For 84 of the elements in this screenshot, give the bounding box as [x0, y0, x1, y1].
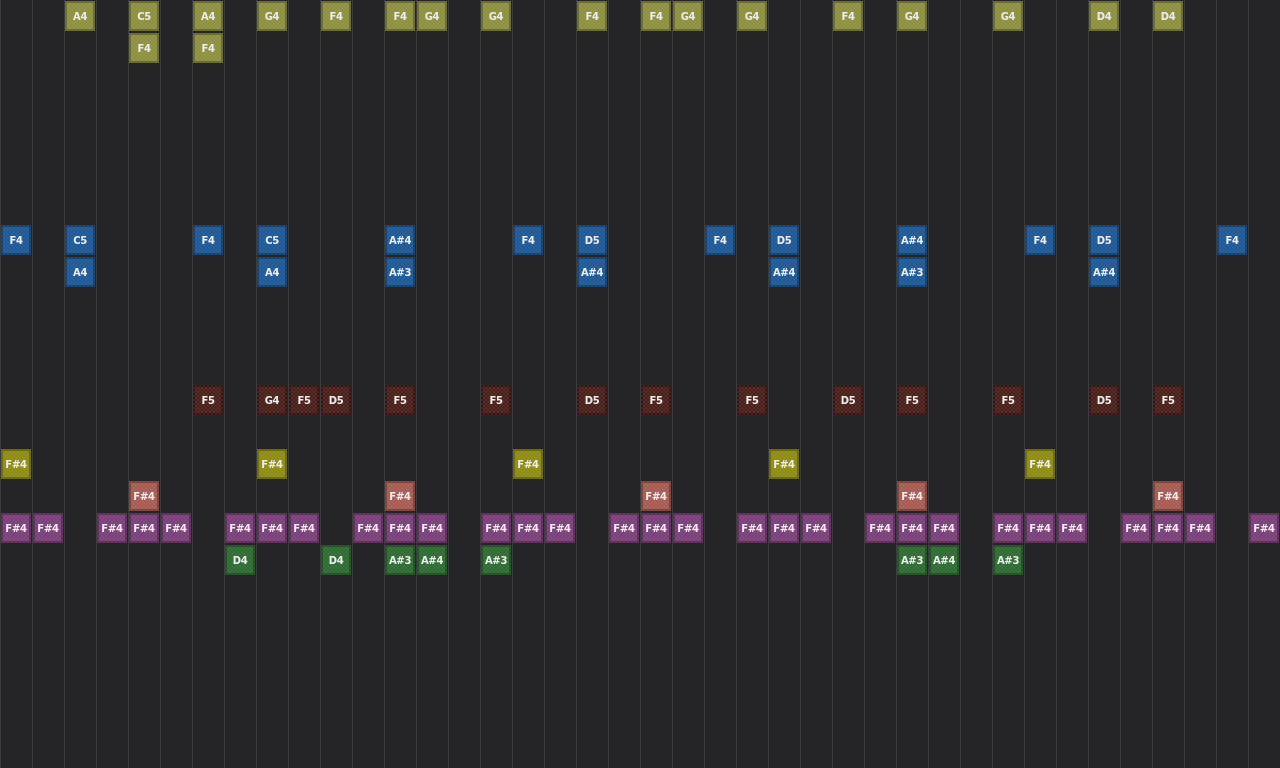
note-block[interactable]: F#4 [257, 449, 287, 479]
note-block[interactable]: F#4 [929, 513, 959, 543]
note-block[interactable]: A#4 [769, 257, 799, 287]
note-block[interactable]: D5 [577, 225, 607, 255]
note-block[interactable]: F#4 [769, 449, 799, 479]
note-block[interactable]: D4 [225, 545, 255, 575]
note-block[interactable]: F#4 [1025, 513, 1055, 543]
note-block[interactable]: A#4 [929, 545, 959, 575]
note-block[interactable]: F#4 [225, 513, 255, 543]
note-block[interactable]: F5 [641, 385, 671, 415]
note-block[interactable]: A4 [65, 257, 95, 287]
note-block[interactable]: F#4 [641, 513, 671, 543]
note-block[interactable]: A#3 [385, 545, 415, 575]
note-block[interactable]: A#4 [385, 225, 415, 255]
note-block[interactable]: F#4 [513, 513, 543, 543]
note-block[interactable]: F4 [1217, 225, 1247, 255]
note-block[interactable]: D5 [833, 385, 863, 415]
note-block[interactable]: F#4 [993, 513, 1023, 543]
note-block[interactable]: F4 [513, 225, 543, 255]
note-block[interactable]: F#4 [129, 481, 159, 511]
note-block[interactable]: A#4 [417, 545, 447, 575]
note-block[interactable]: F5 [193, 385, 223, 415]
note-block[interactable]: D4 [1153, 1, 1183, 31]
note-block[interactable]: F4 [1025, 225, 1055, 255]
note-block[interactable]: F5 [993, 385, 1023, 415]
note-block[interactable]: F5 [737, 385, 767, 415]
note-block[interactable]: F#4 [769, 513, 799, 543]
note-block[interactable]: F#4 [385, 481, 415, 511]
note-block[interactable]: F5 [385, 385, 415, 415]
note-block[interactable]: F5 [481, 385, 511, 415]
note-block[interactable]: A4 [257, 257, 287, 287]
note-block[interactable]: A#4 [577, 257, 607, 287]
note-block[interactable]: F#4 [1121, 513, 1151, 543]
note-block[interactable]: F#4 [1153, 481, 1183, 511]
note-block[interactable]: F#4 [97, 513, 127, 543]
note-block[interactable]: F#4 [865, 513, 895, 543]
note-block[interactable]: A#4 [1089, 257, 1119, 287]
note-block[interactable]: F#4 [513, 449, 543, 479]
note-block[interactable]: F#4 [1153, 513, 1183, 543]
note-block[interactable]: F4 [1, 225, 31, 255]
note-block[interactable]: F#4 [801, 513, 831, 543]
note-block[interactable]: F#4 [353, 513, 383, 543]
note-block[interactable]: F#4 [737, 513, 767, 543]
note-block[interactable]: F#4 [1025, 449, 1055, 479]
note-block[interactable]: F#4 [1185, 513, 1215, 543]
note-block[interactable]: D5 [1089, 385, 1119, 415]
note-block[interactable]: D4 [321, 545, 351, 575]
note-block[interactable]: A#3 [385, 257, 415, 287]
note-block[interactable]: F#4 [641, 481, 671, 511]
note-block[interactable]: F#4 [673, 513, 703, 543]
note-block[interactable]: C5 [257, 225, 287, 255]
note-block[interactable]: F#4 [161, 513, 191, 543]
note-block[interactable]: F#4 [545, 513, 575, 543]
note-block[interactable]: F#4 [609, 513, 639, 543]
note-block[interactable]: A#3 [897, 257, 927, 287]
note-block[interactable]: F#4 [1, 449, 31, 479]
note-block[interactable]: F#4 [481, 513, 511, 543]
note-block[interactable]: F4 [705, 225, 735, 255]
note-block[interactable]: D5 [321, 385, 351, 415]
note-block[interactable]: D5 [1089, 225, 1119, 255]
note-block[interactable]: F5 [897, 385, 927, 415]
note-block[interactable]: F#4 [1057, 513, 1087, 543]
note-block[interactable]: D5 [577, 385, 607, 415]
note-block[interactable]: F5 [289, 385, 319, 415]
note-block[interactable]: F5 [1153, 385, 1183, 415]
note-block[interactable]: F#4 [385, 513, 415, 543]
note-block[interactable]: A#3 [897, 545, 927, 575]
note-block[interactable]: C5 [65, 225, 95, 255]
note-block[interactable]: F#4 [1249, 513, 1279, 543]
note-block[interactable]: A#4 [897, 225, 927, 255]
note-block[interactable]: F#4 [257, 513, 287, 543]
note-block[interactable]: F#4 [1, 513, 31, 543]
note-block[interactable]: F#4 [897, 481, 927, 511]
note-block[interactable]: D4 [1089, 1, 1119, 31]
note-block[interactable]: G4 [257, 385, 287, 415]
note-block[interactable]: F4 [193, 225, 223, 255]
note-block[interactable]: F#4 [417, 513, 447, 543]
note-block[interactable]: A#3 [993, 545, 1023, 575]
note-block[interactable]: F#4 [129, 513, 159, 543]
note-block[interactable]: F#4 [33, 513, 63, 543]
note-block[interactable]: F#4 [289, 513, 319, 543]
note-block[interactable]: A#3 [481, 545, 511, 575]
note-block[interactable]: D5 [769, 225, 799, 255]
note-block[interactable]: F#4 [897, 513, 927, 543]
